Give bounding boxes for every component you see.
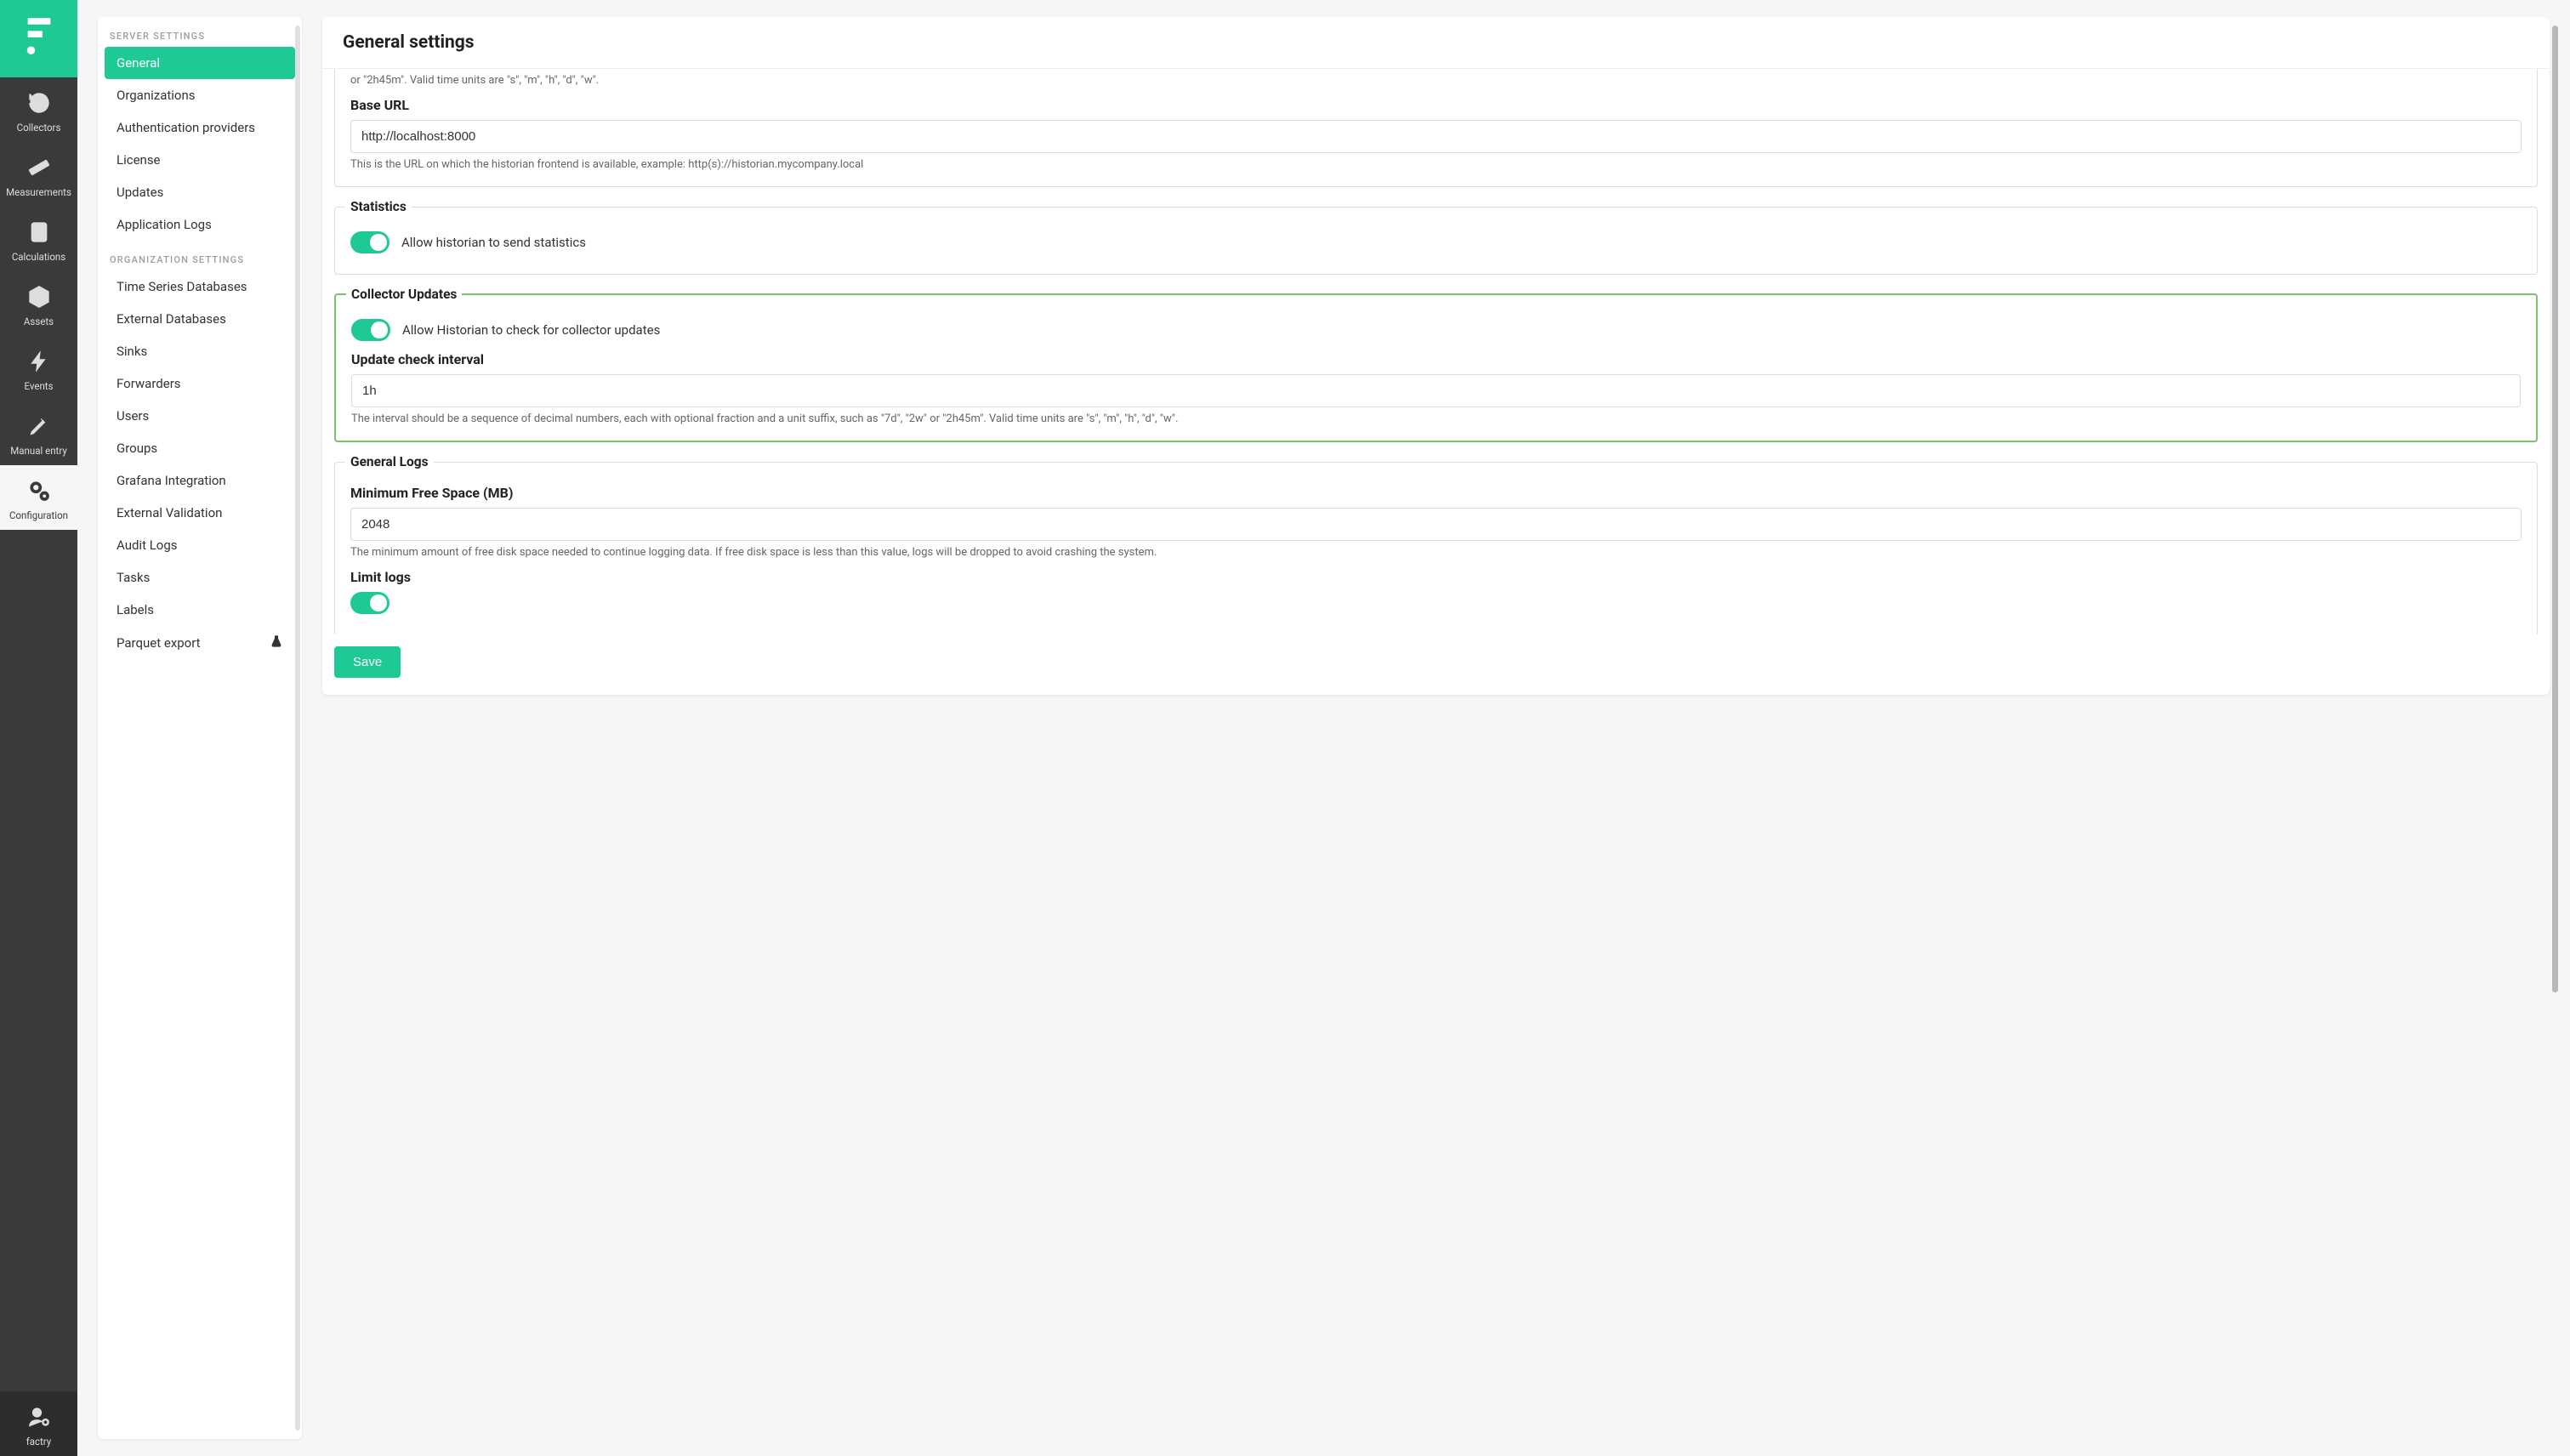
settings-sidebar: SERVER SETTINGS General Organizations Au…	[98, 17, 302, 1439]
sidebar-item-license[interactable]: License	[105, 144, 295, 176]
limit-logs-label: Limit logs	[350, 569, 2522, 585]
update-interval-label: Update check interval	[351, 351, 2521, 367]
nav-assets[interactable]: Assets	[0, 271, 77, 336]
sidebar-item-tasks[interactable]: Tasks	[105, 561, 295, 594]
nav-configuration[interactable]: Configuration	[0, 465, 77, 530]
app-logo[interactable]	[0, 0, 77, 77]
sidebar-item-label: Grafana Integration	[117, 473, 226, 488]
sidebar-item-grafana[interactable]: Grafana Integration	[105, 464, 295, 497]
sidebar-item-updates[interactable]: Updates	[105, 176, 295, 208]
nav-user[interactable]: factry	[0, 1391, 77, 1456]
nav-events[interactable]: Events	[0, 336, 77, 401]
general-logs-legend: General Logs	[345, 454, 434, 469]
statistics-toggle[interactable]	[350, 231, 389, 253]
nav-collectors[interactable]: Collectors	[0, 77, 77, 142]
ruler-icon	[26, 154, 53, 181]
sidebar-item-label: Updates	[117, 185, 163, 200]
limit-logs-toggle[interactable]	[350, 592, 389, 614]
logo-icon	[23, 14, 55, 64]
nav-label: factry	[26, 1436, 51, 1447]
collector-updates-toggle[interactable]	[351, 319, 390, 341]
base-url-label: Base URL	[350, 97, 2522, 113]
sidebar-item-label: Groups	[117, 441, 157, 456]
sidebar-item-labels[interactable]: Labels	[105, 594, 295, 626]
base-url-input[interactable]	[350, 120, 2522, 153]
base-url-help: This is the URL on which the historian f…	[350, 158, 2522, 171]
calculator-icon	[26, 219, 53, 246]
sidebar-item-groups[interactable]: Groups	[105, 432, 295, 464]
update-interval-help: The interval should be a sequence of dec…	[351, 412, 2521, 425]
update-interval-input[interactable]	[351, 374, 2521, 407]
min-free-label: Minimum Free Space (MB)	[350, 485, 2522, 501]
nav-manual-entry[interactable]: Manual entry	[0, 401, 77, 465]
main-content: General settings or "2h45m". Valid time …	[322, 17, 2550, 1439]
page-header: General settings	[322, 17, 2550, 69]
nav-label: Collectors	[17, 122, 61, 134]
help-text: or "2h45m". Valid time units are "s", "m…	[350, 74, 2522, 87]
sidebar-item-label: General	[117, 55, 160, 71]
sidebar-group-org-title: ORGANIZATION SETTINGS	[98, 241, 302, 270]
bolt-icon	[26, 348, 53, 375]
nav-calculations[interactable]: Calculations	[0, 207, 77, 271]
section-collector-updates: Collector Updates Allow Historian to che…	[334, 287, 2538, 442]
sidebar-item-app-logs[interactable]: Application Logs	[105, 208, 295, 241]
sidebar-item-auth-providers[interactable]: Authentication providers	[105, 111, 295, 144]
nav-label: Events	[24, 380, 53, 392]
section-general-logs: General Logs Minimum Free Space (MB) The…	[334, 454, 2538, 634]
nav-label: Assets	[24, 316, 54, 327]
sidebar-item-users[interactable]: Users	[105, 400, 295, 432]
sidebar-item-label: Application Logs	[117, 217, 212, 232]
sidebar-item-label: External Databases	[117, 311, 226, 327]
pencil-icon	[26, 412, 53, 440]
nav-label: Manual entry	[10, 445, 67, 457]
sidebar-item-organizations[interactable]: Organizations	[105, 79, 295, 111]
section-statistics: Statistics Allow historian to send stati…	[334, 199, 2538, 275]
sidebar-group-server-title: SERVER SETTINGS	[98, 17, 302, 47]
nav-label: Measurements	[6, 186, 71, 198]
sidebar-item-label: Time Series Databases	[117, 279, 247, 294]
statistics-toggle-label: Allow historian to send statistics	[401, 235, 586, 250]
nav-label: Calculations	[12, 251, 65, 263]
sidebar-item-ext-validation[interactable]: External Validation	[105, 497, 295, 529]
user-gear-icon	[26, 1403, 53, 1430]
sidebar-item-audit-logs[interactable]: Audit Logs	[105, 529, 295, 561]
sidebar-item-label: Sinks	[117, 344, 147, 359]
sidebar-item-label: Users	[117, 408, 149, 424]
save-button[interactable]: Save	[334, 646, 401, 678]
page-title: General settings	[343, 32, 2529, 53]
flask-icon	[270, 634, 283, 651]
sidebar-item-label: License	[117, 152, 161, 168]
sidebar-item-label: Parquet export	[117, 635, 201, 651]
sidebar-item-tsdb[interactable]: Time Series Databases	[105, 270, 295, 303]
min-free-help: The minimum amount of free disk space ne…	[350, 546, 2522, 559]
cube-icon	[26, 283, 53, 310]
gears-icon	[26, 477, 53, 504]
primary-nav: Collectors Measurements Calculations	[0, 0, 77, 1456]
sidebar-item-parquet[interactable]: Parquet export	[105, 626, 295, 660]
sidebar-item-label: Tasks	[117, 570, 150, 585]
section-top-partial: or "2h45m". Valid time units are "s", "m…	[334, 69, 2538, 187]
history-icon	[26, 89, 53, 117]
collector-updates-legend: Collector Updates	[346, 287, 462, 302]
nav-label: Configuration	[9, 509, 68, 521]
nav-measurements[interactable]: Measurements	[0, 142, 77, 207]
min-free-input[interactable]	[350, 508, 2522, 541]
statistics-legend: Statistics	[345, 199, 412, 214]
sidebar-item-external-db[interactable]: External Databases	[105, 303, 295, 335]
sidebar-item-label: Audit Logs	[117, 537, 178, 553]
sidebar-item-label: External Validation	[117, 505, 222, 520]
sidebar-item-sinks[interactable]: Sinks	[105, 335, 295, 367]
sidebar-item-label: Organizations	[117, 88, 196, 103]
sidebar-item-label: Labels	[117, 602, 154, 617]
sidebar-item-general[interactable]: General	[105, 47, 295, 79]
sidebar-item-label: Authentication providers	[117, 120, 255, 135]
collector-updates-toggle-label: Allow Historian to check for collector u…	[402, 322, 660, 338]
sidebar-item-label: Forwarders	[117, 376, 181, 391]
sidebar-item-forwarders[interactable]: Forwarders	[105, 367, 295, 400]
